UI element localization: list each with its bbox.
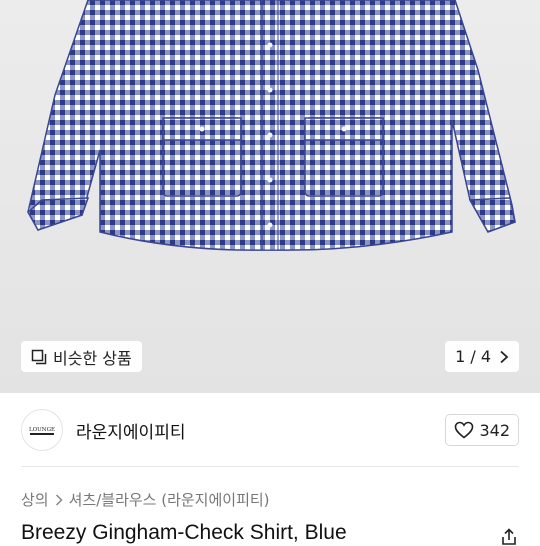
similar-products-button[interactable]: 비슷한 상품 <box>21 341 142 372</box>
chevron-right-icon[interactable] <box>499 350 509 364</box>
image-pager[interactable]: 1 / 4 <box>445 341 519 372</box>
lounge-logo: LOUNGE <box>29 427 55 435</box>
similar-products-label: 비슷한 상품 <box>53 348 132 368</box>
divider <box>21 466 519 467</box>
breadcrumb-item-category[interactable]: 셔츠/블라우스 (라운지에이피티) <box>69 489 270 510</box>
breadcrumb-item-top[interactable]: 상의 <box>21 489 49 510</box>
heart-icon <box>455 421 474 439</box>
pager-text: 1 / 4 <box>455 347 491 366</box>
seller-name[interactable]: 라운지에이피티 <box>76 418 185 443</box>
product-title: Breezy Gingham-Check Shirt, Blue <box>21 521 347 544</box>
seller-logo[interactable]: LOUNGE <box>21 409 63 451</box>
like-count: 342 <box>479 420 510 440</box>
chevron-right-icon <box>55 493 63 506</box>
like-button[interactable]: 342 <box>445 414 519 446</box>
seller-row[interactable]: LOUNGE 라운지에이피티 342 <box>21 408 519 452</box>
product-image[interactable]: 비슷한 상품 1 / 4 <box>0 0 540 393</box>
shirt-illustration <box>27 0 516 251</box>
logo-text: LOUNGE <box>29 427 55 433</box>
share-icon[interactable] <box>500 528 518 546</box>
breadcrumb: 상의 셔츠/블라우스 (라운지에이피티) <box>21 489 270 510</box>
similar-products-icon <box>31 349 47 364</box>
